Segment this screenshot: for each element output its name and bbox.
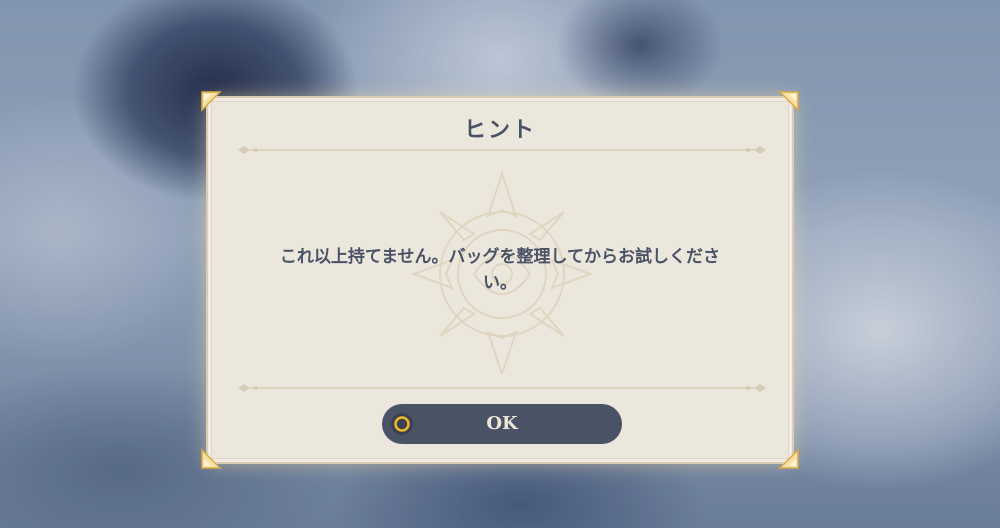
hint-dialog: ヒント これ以上持てません。バッグを整理してからお試しくださ い。 OK (201, 91, 799, 469)
message-line-1: これ以上持てません。バッグを整理してからお試しくださ (279, 247, 721, 267)
ok-button-label: OK (486, 413, 518, 434)
corner-ornament-icon (201, 448, 222, 469)
title-divider (238, 146, 766, 154)
ok-button[interactable]: OK (382, 404, 622, 444)
corner-ornament-icon (778, 448, 799, 469)
dialog-message: これ以上持てません。バッグを整理してからお試しくださ い。 (248, 244, 752, 296)
corner-ornament-icon (201, 91, 222, 112)
corner-ornament-icon (778, 91, 799, 112)
dialog-title: ヒント (463, 118, 536, 143)
footer-divider (238, 384, 766, 392)
message-line-2: い。 (483, 273, 517, 293)
